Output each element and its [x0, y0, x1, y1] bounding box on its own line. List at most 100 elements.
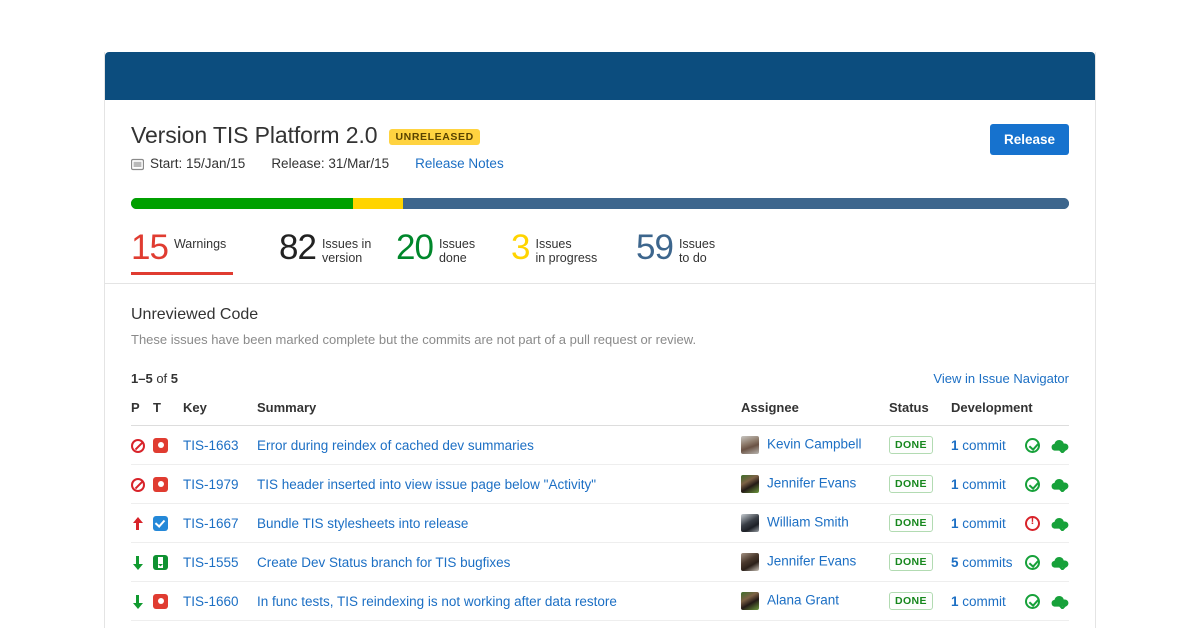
issue-key-link[interactable]: TIS-1555 — [183, 555, 239, 570]
column-header-key[interactable]: Key — [183, 400, 257, 426]
priority-major-icon — [131, 516, 144, 531]
version-progress-bar — [131, 198, 1069, 209]
avatar — [741, 475, 759, 493]
results-total: 5 — [170, 371, 179, 386]
section-description: These issues have been marked complete b… — [131, 332, 697, 347]
status-badge: UNRELEASED — [389, 129, 480, 145]
cell-development: 5 commits — [951, 542, 1069, 582]
active-tab-underline — [131, 272, 233, 275]
release-button[interactable]: Release — [989, 124, 1069, 155]
cell-priority — [131, 542, 153, 582]
cell-assignee: William Smith — [741, 503, 889, 543]
view-in-issue-navigator-link[interactable]: View in Issue Navigator — [933, 371, 1069, 386]
status-badge-done[interactable]: DONE — [889, 514, 933, 532]
assignee-link[interactable]: Jennifer Evans — [767, 554, 856, 569]
cell-key: TIS-1660 — [183, 581, 257, 621]
assignee-link[interactable]: Alana Grant — [767, 593, 839, 608]
deploy-ok-icon[interactable] — [1051, 516, 1069, 531]
issue-summary-link[interactable]: In func tests, TIS reindexing is not wor… — [257, 594, 617, 609]
version-title-row: Version TIS Platform 2.0 UNRELEASED — [131, 100, 1069, 149]
issue-summary-link[interactable]: TIS header inserted into view issue page… — [257, 477, 596, 492]
status-badge-done[interactable]: DONE — [889, 475, 933, 493]
cell-status: DONE — [889, 581, 951, 621]
review-ok-icon[interactable] — [1025, 593, 1040, 609]
version-stats-row: 15 Warnings 82 Issues in version 20 Issues do… — [131, 228, 1069, 283]
version-dates-row: Start: 15/Jan/15 Release: 31/Mar/15 Rele… — [130, 156, 1069, 171]
column-header-summary[interactable]: Summary — [257, 400, 741, 426]
cell-type — [153, 464, 183, 504]
table-row[interactable]: TIS-1979 TIS header inserted into view is… — [131, 464, 1069, 504]
stat-issues-to-do-number: 59 — [636, 228, 674, 267]
review-ok-icon[interactable] — [1025, 437, 1040, 453]
cell-type — [153, 425, 183, 465]
stat-issues-in-progress[interactable]: 3 Issues in progress — [511, 230, 636, 283]
issue-type-task-icon — [153, 515, 168, 531]
cell-summary: Create Dev Status branch for TIS bugfixe… — [257, 542, 741, 582]
cell-type — [153, 503, 183, 543]
stat-issues-in-version-label: Issues in version — [321, 237, 372, 265]
table-row[interactable]: TIS-1660 In func tests, TIS reindexing is… — [131, 581, 1069, 621]
release-notes-link[interactable]: Release Notes — [415, 156, 504, 171]
review-ok-icon[interactable] — [1025, 554, 1040, 570]
stat-issues-done-label: Issues done — [438, 237, 476, 265]
stat-issues-to-do[interactable]: 59 Issues to do — [636, 228, 716, 283]
table-row[interactable]: TIS-1667 Bundle TIS stylesheets into rele… — [131, 503, 1069, 543]
cell-priority — [131, 425, 153, 465]
progress-segment-to-do — [403, 198, 1069, 209]
column-header-development[interactable]: Development — [951, 400, 1069, 426]
development-icons — [1025, 437, 1069, 453]
status-badge-done[interactable]: DONE — [889, 592, 933, 610]
page-title: Version TIS Platform 2.0 — [131, 122, 378, 148]
stat-warnings[interactable]: 15 Warnings — [131, 230, 279, 283]
review-warning-icon[interactable] — [1025, 515, 1040, 531]
status-badge-done[interactable]: DONE — [889, 553, 933, 571]
issue-summary-link[interactable]: Bundle TIS stylesheets into release — [257, 516, 468, 531]
deploy-ok-icon[interactable] — [1051, 477, 1069, 492]
issue-key-link[interactable]: TIS-1663 — [183, 438, 239, 453]
stat-issues-done[interactable]: 20 Issues done — [396, 230, 511, 283]
version-detail-card: Release Version TIS Platform 2.0 UNRELEA… — [104, 52, 1096, 628]
issue-type-bug-icon — [153, 593, 168, 609]
development-icons — [1025, 554, 1069, 570]
column-header-priority[interactable]: P — [131, 400, 153, 426]
commits-link[interactable]: 1 commit — [951, 477, 1006, 492]
column-header-type[interactable]: T — [153, 400, 183, 426]
deploy-ok-icon[interactable] — [1051, 555, 1069, 570]
cell-summary: Error during reindex of cached dev summa… — [257, 425, 741, 465]
cell-priority — [131, 464, 153, 504]
status-badge-done[interactable]: DONE — [889, 436, 933, 454]
development-icons — [1025, 593, 1069, 609]
issue-key-link[interactable]: TIS-1979 — [183, 477, 239, 492]
issue-type-story-icon — [153, 554, 168, 570]
cell-status: DONE — [889, 503, 951, 543]
commits-link[interactable]: 5 commits — [951, 555, 1013, 570]
assignee-link[interactable]: Jennifer Evans — [767, 476, 856, 491]
progress-segment-done — [131, 198, 354, 209]
stat-issues-in-version[interactable]: 82 Issues in version — [279, 228, 396, 283]
results-range: 1–5 — [131, 371, 153, 386]
assignee-link[interactable]: Kevin Campbell — [767, 437, 862, 452]
assignee-link[interactable]: William Smith — [767, 515, 849, 530]
commits-link[interactable]: 1 commit — [951, 594, 1006, 609]
column-header-status[interactable]: Status — [889, 400, 951, 426]
deploy-ok-icon[interactable] — [1051, 438, 1069, 453]
commits-link[interactable]: 1 commit — [951, 516, 1006, 531]
table-row[interactable]: TIS-1663 Error during reindex of cached d… — [131, 425, 1069, 465]
release-date: Release: 31/Mar/15 — [271, 156, 390, 171]
of-label: of — [156, 371, 168, 386]
issue-summary-link[interactable]: Error during reindex of cached dev summa… — [257, 438, 534, 453]
issue-key-link[interactable]: TIS-1667 — [183, 516, 239, 531]
commits-link[interactable]: 1 commit — [951, 438, 1006, 453]
version-header: Release Version TIS Platform 2.0 UNRELEA… — [105, 100, 1095, 171]
cell-summary: Bundle TIS stylesheets into release — [257, 503, 741, 543]
cell-key: TIS-1979 — [183, 464, 257, 504]
stat-issues-to-do-label: Issues to do — [678, 237, 716, 265]
deploy-ok-icon[interactable] — [1051, 594, 1069, 609]
column-header-assignee[interactable]: Assignee — [741, 400, 889, 426]
review-ok-icon[interactable] — [1025, 476, 1040, 492]
table-row[interactable]: TIS-1555 Create Dev Status branch for TIS… — [131, 542, 1069, 582]
priority-blocker-icon — [131, 438, 145, 453]
issue-summary-link[interactable]: Create Dev Status branch for TIS bugfixe… — [257, 555, 510, 570]
stat-issues-in-version-number: 82 — [279, 228, 317, 267]
issue-key-link[interactable]: TIS-1660 — [183, 594, 239, 609]
